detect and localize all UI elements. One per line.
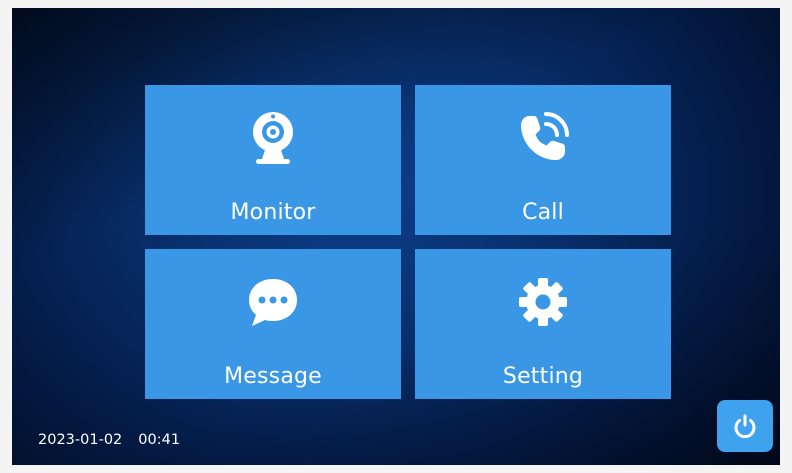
webcam-icon bbox=[245, 110, 301, 166]
power-button[interactable] bbox=[717, 400, 773, 452]
monitor-label: Monitor bbox=[230, 200, 316, 225]
time-text: 00:41 bbox=[138, 432, 181, 448]
date-text: 2023-01-02 bbox=[38, 432, 123, 448]
monitor-tile[interactable]: Monitor bbox=[145, 85, 401, 235]
chat-bubble-icon bbox=[245, 274, 301, 330]
call-label: Call bbox=[522, 200, 564, 225]
power-icon bbox=[734, 414, 756, 439]
message-tile[interactable]: Message bbox=[145, 249, 401, 399]
message-label: Message bbox=[224, 364, 322, 389]
status-datetime: 2023-01-02 00:41 bbox=[38, 432, 180, 448]
device-frame: Monitor Call Message Setting 2023-01-02 … bbox=[0, 0, 792, 473]
setting-label: Setting bbox=[502, 364, 584, 389]
setting-tile[interactable]: Setting bbox=[415, 249, 671, 399]
gear-icon bbox=[515, 274, 571, 330]
call-tile[interactable]: Call bbox=[415, 85, 671, 235]
home-screen: Monitor Call Message Setting 2023-01-02 … bbox=[12, 8, 780, 465]
phone-ringing-icon bbox=[515, 110, 571, 166]
